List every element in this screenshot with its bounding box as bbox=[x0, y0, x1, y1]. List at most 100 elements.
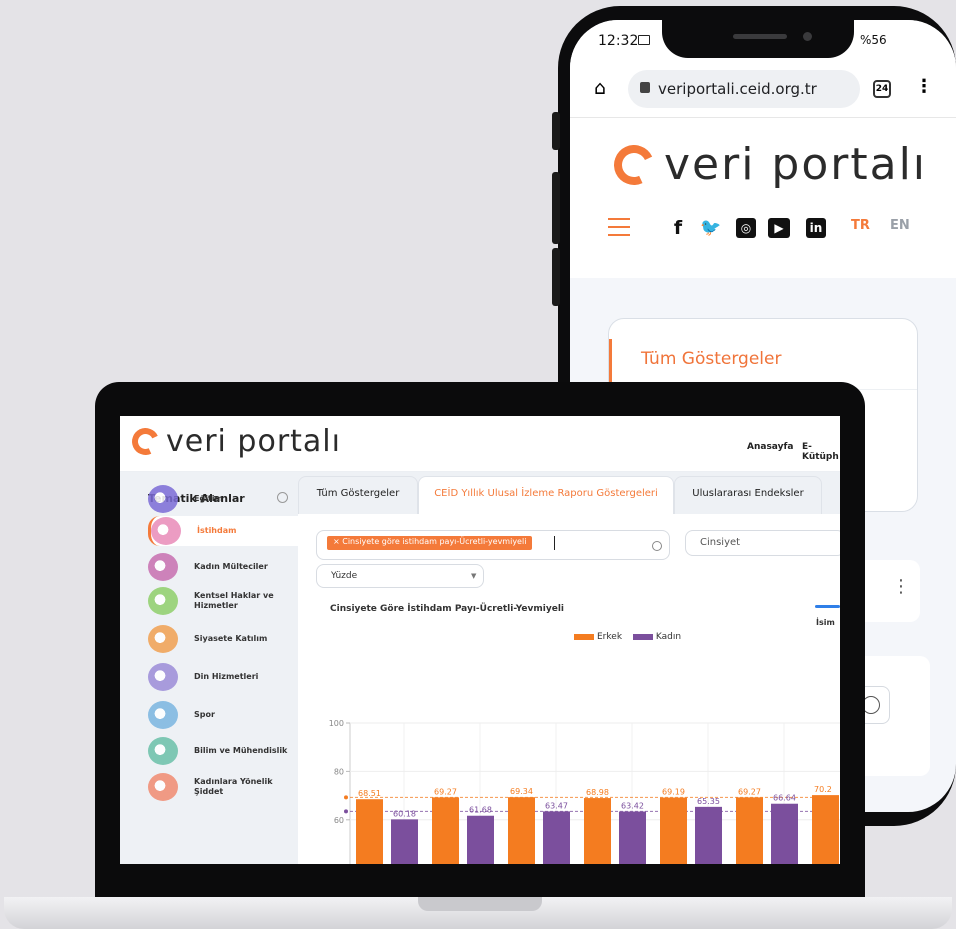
data-label: 66.64 bbox=[773, 794, 796, 803]
bar-kadın-4 bbox=[695, 806, 722, 864]
sidebar-item[interactable]: Kadın Mülteciler bbox=[148, 552, 298, 582]
phone-notch bbox=[662, 6, 854, 58]
indicator-chip[interactable]: × Cinsiyete göre istihdam payı-Ücretli-y… bbox=[327, 536, 533, 550]
sidebar-item[interactable]: İstihdam bbox=[148, 516, 298, 546]
view-toggle-indicator bbox=[815, 605, 840, 608]
sidebar-item[interactable]: Spor bbox=[148, 700, 298, 730]
lang-tr-link[interactable]: TR bbox=[851, 218, 870, 233]
data-label: 69.27 bbox=[434, 787, 457, 796]
data-label: 61.68 bbox=[469, 806, 492, 815]
laptop-opening-notch bbox=[418, 897, 542, 911]
legend-item-erkek[interactable]: Erkek bbox=[574, 632, 622, 642]
sport-icon bbox=[148, 701, 178, 729]
gender-select[interactable]: Cinsiyet bbox=[685, 530, 840, 556]
site-logo[interactable]: veri portalı bbox=[608, 138, 928, 191]
twitter-icon[interactable]: 🐦 bbox=[700, 218, 721, 238]
site-header: veri portalı f 🐦 ◎ ▶ in TR EN bbox=[570, 118, 956, 278]
sidebar-item[interactable]: Kentsel Haklar ve Hizmetler bbox=[148, 586, 298, 616]
refugee-icon bbox=[148, 553, 178, 581]
data-label: 68.51 bbox=[358, 789, 381, 798]
tab-bar: Tüm Göstergeler CEİD Yıllık Ulusal İzlem… bbox=[298, 472, 840, 514]
more-menu-icon[interactable]: ⋮ bbox=[915, 76, 933, 97]
linkedin-icon[interactable]: in bbox=[806, 218, 826, 238]
site-logo[interactable]: veri portalı bbox=[128, 424, 341, 459]
sidebar-item-label: Eğitim bbox=[194, 494, 223, 503]
hamburger-menu-icon[interactable] bbox=[608, 218, 630, 242]
text-cursor bbox=[554, 536, 555, 550]
sidebar-item-label: Kadınlara Yönelik Şiddet bbox=[194, 777, 273, 796]
sidebar-item-label: Kadın Mülteciler bbox=[194, 562, 268, 571]
legend-label: Kadın bbox=[655, 632, 682, 642]
home-icon[interactable]: ⌂ bbox=[594, 77, 606, 99]
average-marker bbox=[344, 795, 348, 800]
sidebar-item[interactable]: Kadınlara Yönelik Şiddet bbox=[148, 772, 298, 802]
logo-mark-icon bbox=[128, 424, 163, 459]
sidebar-item[interactable]: Siyasete Katılım bbox=[148, 624, 298, 654]
logo-mark-icon bbox=[608, 138, 660, 191]
data-label: 63.42 bbox=[621, 802, 644, 811]
unit-select[interactable]: Yüzde ▼ bbox=[316, 564, 484, 588]
bar-erkek-4 bbox=[660, 797, 687, 864]
sidebar-item-label: Kentsel Haklar ve Hizmetler bbox=[194, 591, 274, 610]
legend-swatch bbox=[632, 633, 653, 640]
science-icon bbox=[148, 737, 178, 765]
sidebar-item-label: İstihdam bbox=[197, 526, 237, 535]
sidebar-item[interactable]: Bilim ve Mühendislik bbox=[148, 736, 298, 766]
bar-kadın-2 bbox=[543, 811, 570, 864]
instagram-icon[interactable]: ◎ bbox=[736, 218, 756, 238]
violence-icon bbox=[148, 773, 178, 801]
speaker-grille bbox=[733, 34, 787, 39]
indicator-select[interactable]: × Cinsiyete göre istihdam payı-Ücretli-y… bbox=[316, 530, 670, 560]
chart-legend: Erkek Kadın bbox=[574, 632, 689, 642]
bar-kadın-1 bbox=[467, 815, 494, 864]
lock-icon bbox=[640, 82, 650, 93]
phone-action-button bbox=[552, 112, 560, 150]
bar-kadın-5 bbox=[771, 803, 798, 864]
lang-en-link[interactable]: EN bbox=[890, 218, 910, 233]
data-label: 69.34 bbox=[510, 787, 533, 796]
data-label: 69.27 bbox=[738, 787, 761, 796]
data-label: 60.18 bbox=[393, 809, 416, 818]
nav-home-link[interactable]: Anasayfa bbox=[747, 442, 793, 452]
bar-erkek-3 bbox=[584, 798, 611, 864]
y-tick-label: 100 bbox=[329, 719, 344, 728]
status-time: 12:32 bbox=[598, 33, 639, 49]
battery-level: %56 bbox=[860, 33, 887, 47]
data-label: 70.2 bbox=[814, 785, 832, 794]
data-label: 65.35 bbox=[697, 797, 720, 806]
sidebar-item[interactable]: Din Hizmetleri bbox=[148, 662, 298, 692]
y-tick-label: 80 bbox=[334, 767, 344, 776]
main-panel: Tüm Göstergeler CEİD Yıllık Ulusal İzlem… bbox=[298, 472, 840, 864]
phone-volume-up-button bbox=[552, 172, 560, 244]
tab-international-indices[interactable]: Uluslararası Endeksler bbox=[674, 476, 822, 514]
religion-icon bbox=[148, 663, 178, 691]
nav-elibrary-link[interactable]: E-Kütüph bbox=[802, 442, 840, 462]
browser-address-bar: ⌂ veriportali.ceid.org.tr 24 ⋮ bbox=[570, 62, 956, 118]
info-icon[interactable] bbox=[652, 541, 662, 551]
social-bar: f 🐦 ◎ ▶ in TR EN bbox=[608, 216, 928, 246]
youtube-icon[interactable]: ▶ bbox=[768, 218, 790, 238]
tab-count-button[interactable]: 24 bbox=[873, 80, 891, 98]
logo-text: veri portalı bbox=[664, 139, 928, 190]
data-label: 69.19 bbox=[662, 788, 685, 797]
url-text: veriportali.ceid.org.tr bbox=[658, 80, 817, 98]
site-header: veri portalı Anasayfa E-Kütüph bbox=[120, 416, 840, 472]
phone-volume-down-button bbox=[552, 248, 560, 306]
tab-ceid-report[interactable]: CEİD Yıllık Ulusal İzleme Raporu Gösterg… bbox=[418, 476, 674, 514]
tab-all-indicators[interactable]: Tüm Göstergeler bbox=[298, 476, 418, 514]
education-icon bbox=[148, 485, 178, 513]
chart-title: Cinsiyete Göre İstihdam Payı-Ücretli-Yev… bbox=[330, 604, 564, 614]
kebab-menu-icon[interactable]: ⋮ bbox=[892, 576, 910, 597]
sidebar-item-label: Spor bbox=[194, 710, 215, 719]
sidebar-item[interactable]: Eğitim bbox=[148, 484, 298, 514]
all-indicators-link[interactable]: Tüm Göstergeler bbox=[641, 349, 781, 369]
politics-icon bbox=[148, 625, 178, 653]
facebook-icon[interactable]: f bbox=[668, 218, 688, 238]
data-label: 63.47 bbox=[545, 801, 568, 810]
bar-erkek-5 bbox=[736, 797, 763, 864]
url-field[interactable]: veriportali.ceid.org.tr bbox=[628, 70, 860, 108]
indicator-chip-label: Cinsiyete göre istihdam payı-Ücretli-yev… bbox=[342, 537, 527, 546]
chevron-down-icon: ▼ bbox=[471, 572, 477, 580]
legend-label: Erkek bbox=[597, 632, 623, 642]
legend-item-kadin[interactable]: Kadın bbox=[632, 632, 682, 642]
